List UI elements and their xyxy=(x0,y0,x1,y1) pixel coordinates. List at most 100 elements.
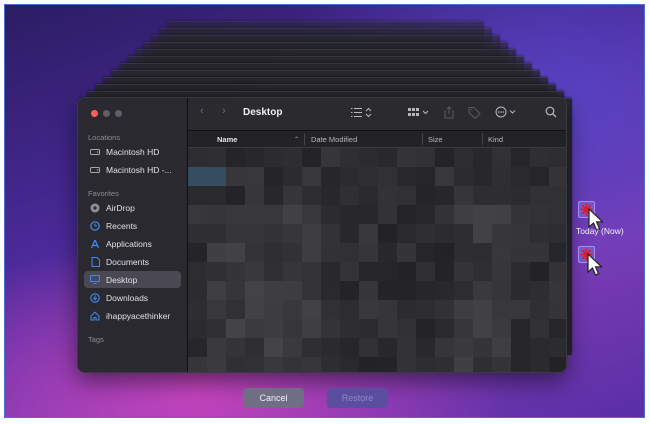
finder-window: Locations Macintosh HD Macintosh HD -...… xyxy=(77,97,567,373)
sidebar-item-macintosh-hd-2[interactable]: Macintosh HD -... xyxy=(84,161,181,178)
file-list[interactable] xyxy=(188,148,566,372)
mosaic-cell xyxy=(359,243,378,262)
sidebar-item-macintosh-hd[interactable]: Macintosh HD xyxy=(84,143,181,160)
mosaic-cell xyxy=(549,167,566,186)
tag-icon[interactable] xyxy=(468,106,481,122)
sidebar-item-airdrop[interactable]: AirDrop xyxy=(84,199,181,216)
sidebar-item-home[interactable]: ihappyacethinker xyxy=(84,307,181,324)
desktop-icon xyxy=(90,275,100,285)
mosaic-cell xyxy=(340,319,359,338)
mosaic-cell xyxy=(207,243,226,262)
mosaic-cell xyxy=(283,300,302,319)
sidebar-item-label: AirDrop xyxy=(106,202,135,213)
sidebar-item-label: Macintosh HD -... xyxy=(106,164,172,175)
mosaic-cell xyxy=(416,262,435,281)
sidebar-item-recents[interactable]: Recents xyxy=(84,217,181,234)
mosaic-cell xyxy=(359,319,378,338)
sidebar-item-documents[interactable]: Documents xyxy=(84,253,181,270)
mosaic-cell xyxy=(321,300,340,319)
cancel-button[interactable]: Cancel xyxy=(243,388,304,408)
mosaic-cell xyxy=(264,167,283,186)
more-actions-icon[interactable] xyxy=(495,106,519,121)
mosaic-cell xyxy=(454,167,473,186)
mosaic-cell xyxy=(416,319,435,338)
sidebar-item-label: ihappyacethinker xyxy=(106,310,171,321)
mosaic-cell xyxy=(226,357,245,372)
mosaic-cell xyxy=(245,262,264,281)
sidebar-item-desktop[interactable]: Desktop xyxy=(84,271,181,288)
mosaic-cell xyxy=(340,243,359,262)
column-name[interactable]: Name xyxy=(217,135,237,144)
mosaic-cell xyxy=(473,186,492,205)
mosaic-cell xyxy=(264,338,283,357)
mosaic-cell xyxy=(302,186,321,205)
sidebar-item-downloads[interactable]: Downloads xyxy=(84,289,181,306)
mosaic-cell xyxy=(492,186,511,205)
mosaic-cell xyxy=(511,281,530,300)
mosaic-cell xyxy=(264,262,283,281)
column-header: Name ⌃ Date Modified Size Kind xyxy=(188,131,566,148)
sidebar-item-applications[interactable]: Applications xyxy=(84,235,181,252)
forward-icon[interactable]: › xyxy=(222,105,226,117)
mosaic-cell xyxy=(188,167,207,186)
mosaic-cell xyxy=(549,205,566,224)
mosaic-cell xyxy=(321,186,340,205)
mosaic-cell xyxy=(473,167,492,186)
mosaic-cell xyxy=(302,319,321,338)
mosaic-cell xyxy=(416,167,435,186)
mosaic-cell xyxy=(264,281,283,300)
mosaic-cell xyxy=(397,262,416,281)
mosaic-cell xyxy=(245,281,264,300)
mosaic-cell xyxy=(397,148,416,167)
mosaic-cell xyxy=(511,357,530,372)
search-icon[interactable] xyxy=(545,106,557,121)
mosaic-cell xyxy=(321,148,340,167)
finder-toolbar: ‹ › Desktop xyxy=(188,98,566,131)
mosaic-cell xyxy=(188,338,207,357)
mosaic-cell xyxy=(511,338,530,357)
column-size[interactable]: Size xyxy=(428,135,443,144)
download-icon xyxy=(90,292,100,303)
mosaic-cell xyxy=(188,224,207,243)
mosaic-cell xyxy=(207,281,226,300)
share-icon[interactable] xyxy=(444,106,454,122)
mosaic-cell xyxy=(397,224,416,243)
mosaic-cell xyxy=(492,243,511,262)
back-icon[interactable]: ‹ xyxy=(200,105,204,117)
mosaic-cell xyxy=(359,224,378,243)
mosaic-cell xyxy=(359,281,378,300)
minimize-window-button[interactable] xyxy=(103,110,110,117)
mosaic-cell xyxy=(226,243,245,262)
mosaic-cell xyxy=(207,186,226,205)
list-view-icon[interactable] xyxy=(351,107,373,121)
column-date-modified[interactable]: Date Modified xyxy=(311,135,357,144)
mosaic-cell xyxy=(359,262,378,281)
mosaic-cell xyxy=(473,357,492,372)
group-by-icon[interactable] xyxy=(408,107,430,121)
window-controls xyxy=(91,110,122,117)
zoom-window-button[interactable] xyxy=(115,110,122,117)
sidebar-item-label: Documents xyxy=(106,256,149,267)
mosaic-cell xyxy=(188,205,207,224)
mosaic-cell xyxy=(530,167,549,186)
mosaic-cell xyxy=(245,224,264,243)
disk-icon xyxy=(90,165,100,175)
mosaic-cell xyxy=(283,148,302,167)
mosaic-cell xyxy=(340,224,359,243)
mosaic-cell xyxy=(340,357,359,372)
restore-button[interactable]: Restore xyxy=(327,388,388,408)
mosaic-cell xyxy=(492,357,511,372)
mosaic-cell xyxy=(245,243,264,262)
close-window-button[interactable] xyxy=(91,110,98,117)
mosaic-cell xyxy=(549,319,566,338)
mosaic-cell xyxy=(378,224,397,243)
mosaic-cell xyxy=(530,300,549,319)
mosaic-cell xyxy=(207,357,226,372)
mosaic-cell xyxy=(511,186,530,205)
column-kind[interactable]: Kind xyxy=(488,135,503,144)
mosaic-cell xyxy=(283,338,302,357)
mosaic-cell xyxy=(492,148,511,167)
mosaic-cell xyxy=(492,224,511,243)
mosaic-cell xyxy=(435,300,454,319)
mosaic-cell xyxy=(188,357,207,372)
